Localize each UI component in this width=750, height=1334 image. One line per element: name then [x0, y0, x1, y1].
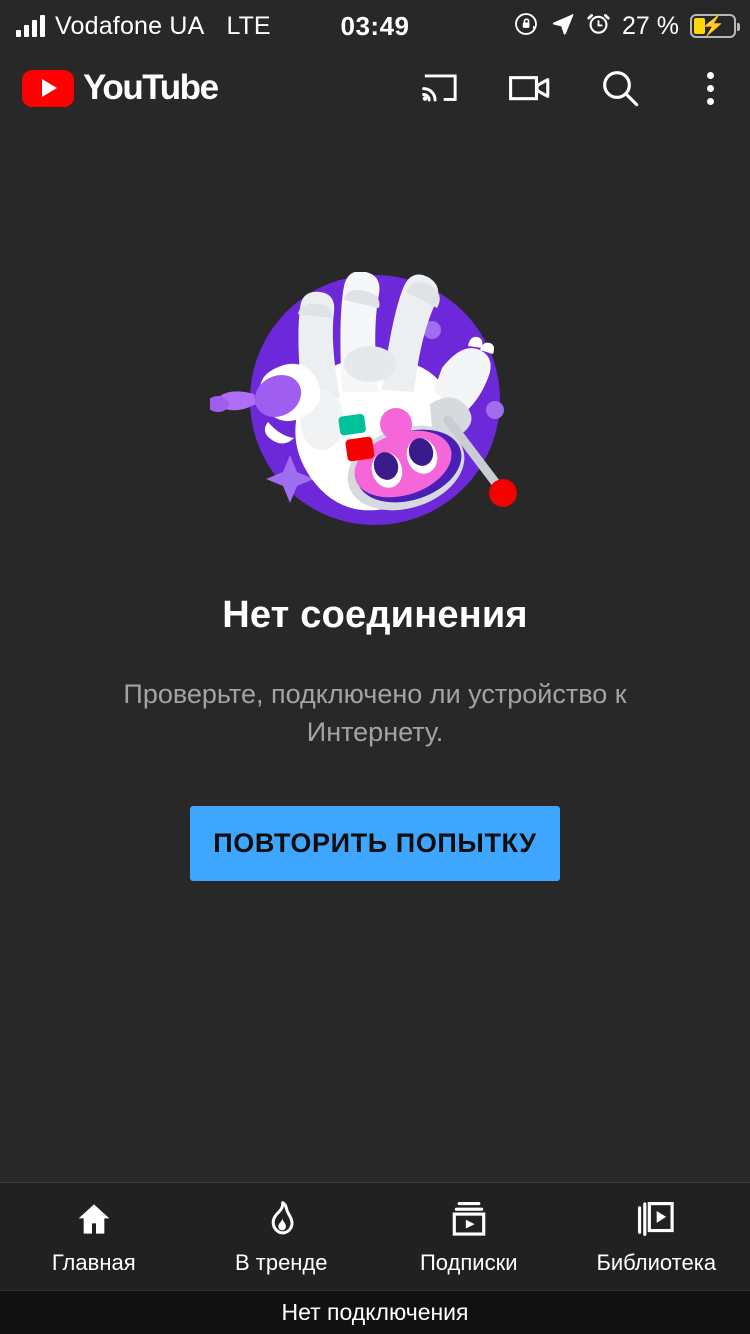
toast-message: Нет подключения: [281, 1299, 469, 1325]
more-options-icon[interactable]: [688, 66, 732, 110]
offline-toast: Нет подключения: [0, 1290, 750, 1334]
sidebar-item-subscriptions[interactable]: Подписки: [375, 1183, 563, 1290]
status-bar: Vodafone UA LTE 03:49 27 % ⚡: [0, 0, 750, 52]
retry-button[interactable]: ПОВТОРИТЬ ПОПЫТКУ: [190, 805, 560, 881]
flame-icon: [261, 1198, 301, 1240]
error-description: Проверьте, подключено ли устройство к Ин…: [123, 679, 627, 748]
subscriptions-icon: [448, 1198, 490, 1240]
network-mode-label: LTE: [226, 11, 271, 40]
home-icon: [74, 1198, 114, 1240]
app-header: YouTube: [0, 52, 750, 124]
battery-percent-label: 27 %: [622, 11, 679, 40]
sidebar-item-label: Подписки: [419, 1249, 518, 1275]
alarm-clock-icon: [586, 11, 611, 41]
sidebar-item-home[interactable]: Главная: [0, 1183, 188, 1290]
header-actions: [418, 66, 732, 110]
sidebar-item-label: Главная: [51, 1249, 136, 1275]
status-bar-right: 27 % ⚡: [513, 11, 740, 42]
offline-cow-illustration: [207, 271, 540, 532]
offline-state-container: Нет соединения Проверьте, подключено ли …: [0, 124, 750, 1182]
video-camera-icon[interactable]: [508, 66, 552, 110]
battery-charging-icon: ⚡: [690, 14, 740, 38]
status-bar-left: Vodafone UA LTE: [16, 12, 271, 41]
location-arrow-icon: [550, 11, 575, 41]
youtube-wordmark: YouTube: [83, 68, 219, 107]
youtube-logo[interactable]: YouTube: [22, 68, 219, 108]
cast-icon[interactable]: [418, 66, 462, 110]
rotation-lock-icon: [513, 11, 539, 42]
sidebar-item-library[interactable]: Библиотека: [563, 1183, 750, 1290]
sidebar-item-trending[interactable]: В тренде: [188, 1183, 376, 1290]
carrier-label: Vodafone UA: [55, 11, 205, 40]
sidebar-item-label: Библиотека: [596, 1249, 717, 1275]
search-icon[interactable]: [598, 66, 642, 110]
sidebar-item-label: В тренде: [234, 1249, 328, 1275]
page-title: Нет соединения: [222, 594, 528, 636]
bottom-navigation: Главная В тренде Подписки Библиотека: [0, 1182, 750, 1290]
signal-bars-icon: [16, 15, 45, 37]
youtube-play-icon: [22, 69, 74, 107]
library-icon: [635, 1198, 677, 1240]
